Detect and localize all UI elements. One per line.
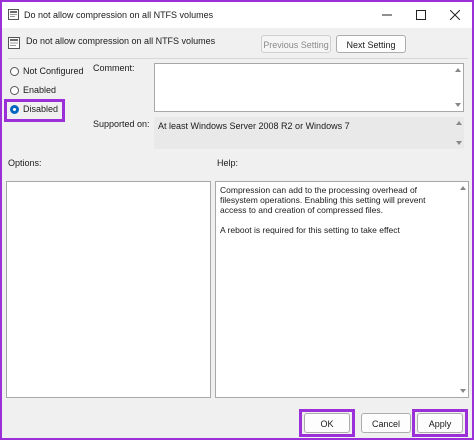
scroll-up-arrow-icon[interactable] (460, 186, 466, 190)
previous-setting-button[interactable]: Previous Setting (261, 35, 331, 53)
policy-dialog: Do not allow compression on all NTFS vol… (0, 0, 474, 440)
scroll-down-arrow-icon[interactable] (460, 389, 466, 393)
scroll-up-arrow-icon[interactable] (455, 68, 461, 72)
policy-name: Do not allow compression on all NTFS vol… (26, 36, 216, 46)
maximize-icon (416, 10, 426, 20)
minimize-button[interactable] (370, 2, 404, 28)
window-title: Do not allow compression on all NTFS vol… (24, 10, 214, 20)
scroll-down-arrow-icon[interactable] (456, 141, 462, 145)
radio-circle[interactable] (10, 67, 19, 76)
radio-circle-selected[interactable] (10, 105, 19, 114)
supported-on-label: Supported on: (93, 119, 150, 129)
help-pane: Compression can add to the processing ov… (215, 181, 469, 398)
options-label: Options: (8, 158, 42, 168)
scroll-up-arrow-icon[interactable] (456, 121, 462, 125)
radio-label: Not Configured (23, 66, 84, 76)
comment-label: Comment: (93, 63, 135, 73)
cancel-button[interactable]: Cancel (361, 413, 411, 433)
maximize-button[interactable] (404, 2, 438, 28)
help-text: Compression can add to the processing ov… (220, 185, 426, 235)
radio-circle[interactable] (10, 86, 19, 95)
apply-button[interactable]: Apply (417, 413, 463, 433)
close-button[interactable] (438, 2, 472, 28)
minimize-icon (382, 14, 392, 16)
radio-label: Enabled (23, 85, 57, 95)
close-icon (450, 10, 460, 20)
policy-icon (8, 37, 20, 49)
supported-scrollbar[interactable] (454, 117, 464, 149)
scroll-down-arrow-icon[interactable] (455, 103, 461, 107)
header-divider (8, 58, 468, 59)
supported-on-field: At least Windows Server 2008 R2 or Windo… (154, 117, 464, 149)
comment-scrollbar[interactable] (453, 64, 463, 111)
policy-icon (8, 9, 19, 20)
radio-label: Disabled (23, 104, 59, 114)
options-pane (6, 181, 211, 398)
comment-textarea[interactable] (154, 63, 464, 112)
ok-button[interactable]: OK (304, 413, 350, 433)
help-scrollbar[interactable] (458, 182, 468, 397)
title-bar[interactable]: Do not allow compression on all NTFS vol… (2, 2, 472, 28)
supported-on-value: At least Windows Server 2008 R2 or Windo… (158, 121, 350, 131)
help-label: Help: (217, 158, 239, 168)
next-setting-button[interactable]: Next Setting (336, 35, 406, 53)
